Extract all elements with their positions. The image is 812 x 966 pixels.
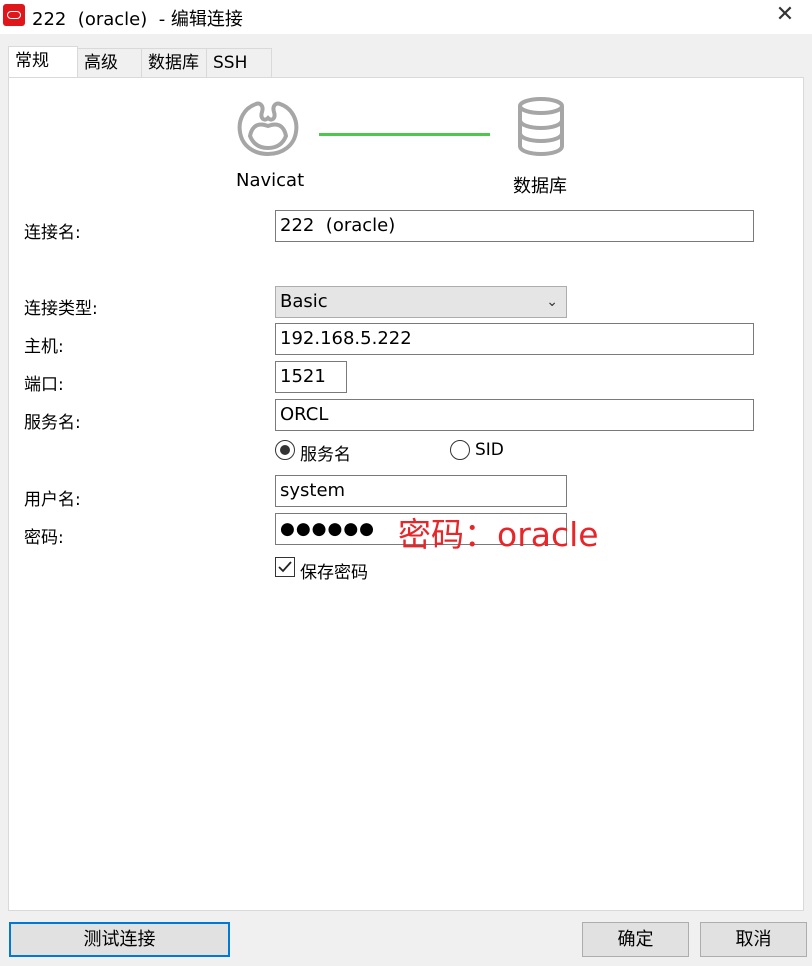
- connection-name-field[interactable]: 222 (oracle): [275, 210, 754, 242]
- radio-sid[interactable]: [450, 440, 470, 460]
- tab-advanced[interactable]: 高级: [77, 48, 142, 78]
- oracle-icon: [3, 4, 25, 26]
- tab-database[interactable]: 数据库: [141, 48, 207, 78]
- connector-line: [319, 133, 490, 136]
- service-name-field[interactable]: ORCL: [275, 399, 754, 431]
- tab-ssh[interactable]: SSH: [206, 48, 272, 78]
- service-name-label: 服务名:: [24, 413, 81, 433]
- password-label: 密码:: [24, 528, 64, 548]
- radio-service-name-label: 服务名: [300, 445, 351, 465]
- tab-general[interactable]: 常规: [8, 46, 78, 78]
- host-label: 主机:: [24, 337, 64, 357]
- navicat-label: Navicat: [236, 170, 305, 191]
- chevron-down-icon: ⌄: [546, 294, 558, 310]
- radio-sid-label: SID: [475, 440, 504, 460]
- connection-type-label: 连接类型:: [24, 299, 98, 319]
- cancel-button[interactable]: 取消: [700, 922, 807, 957]
- radio-service-name[interactable]: [275, 440, 295, 460]
- connection-name-label: 连接名:: [24, 223, 81, 243]
- database-label: 数据库: [513, 176, 567, 197]
- window-title: 222 (oracle) - 编辑连接: [32, 9, 243, 30]
- port-field[interactable]: 1521: [275, 361, 347, 393]
- database-icon: [518, 97, 564, 157]
- close-icon[interactable]: ✕: [772, 2, 798, 28]
- connection-type-value: Basic: [280, 291, 328, 312]
- host-field[interactable]: 192.168.5.222: [275, 323, 754, 355]
- title-bar: 222 (oracle) - 编辑连接 ✕: [0, 0, 812, 34]
- username-label: 用户名:: [24, 490, 81, 510]
- connection-type-select[interactable]: Basic ⌄: [275, 286, 567, 318]
- checkmark-icon: [278, 561, 292, 573]
- password-annotation: 密码：oracle: [398, 515, 599, 554]
- save-password-checkbox[interactable]: [275, 557, 295, 577]
- navicat-icon: [237, 101, 299, 157]
- username-field[interactable]: system: [275, 475, 567, 507]
- ok-button[interactable]: 确定: [582, 922, 689, 957]
- port-label: 端口:: [24, 375, 64, 395]
- test-connection-button[interactable]: 测试连接: [9, 922, 230, 957]
- save-password-label: 保存密码: [300, 563, 368, 583]
